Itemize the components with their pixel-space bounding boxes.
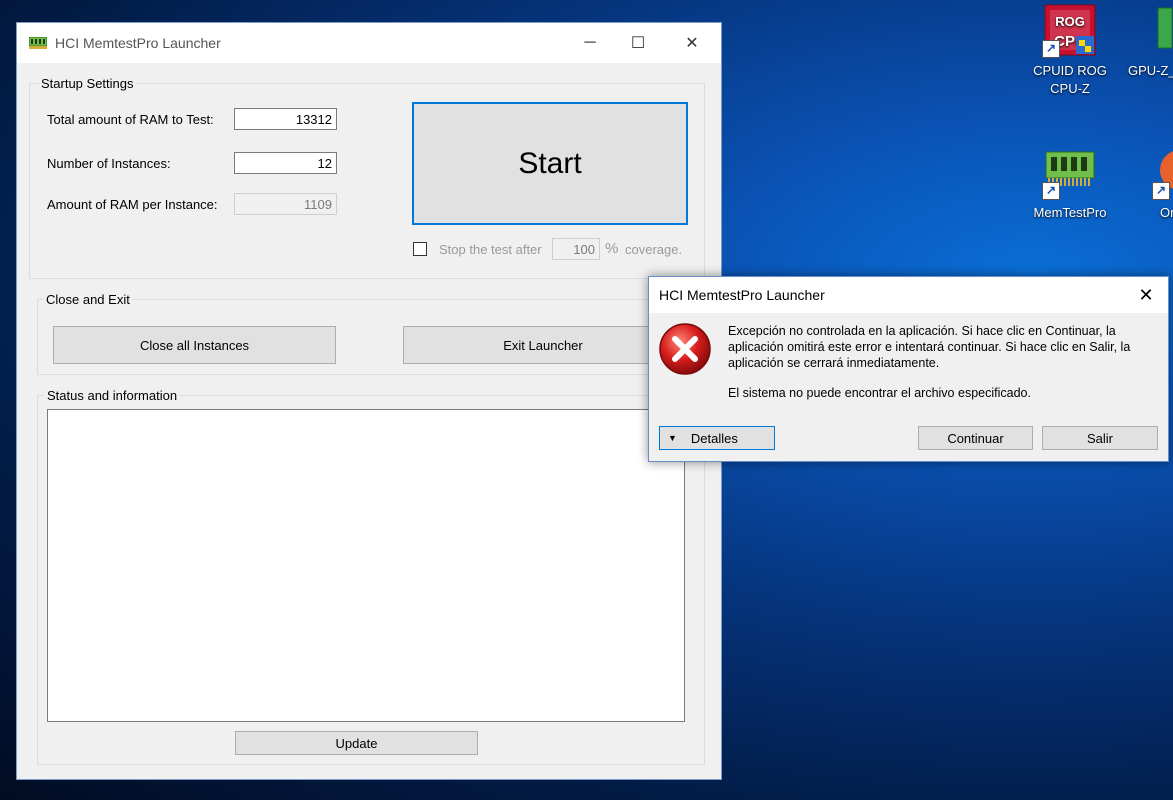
instances-label: Number of Instances:: [47, 156, 171, 171]
cpuz-icon: ROG CPU ↗: [1042, 2, 1098, 58]
gpuz-icon: [1156, 2, 1173, 58]
desktop-icon-other[interactable]: ↗ Or: [1140, 144, 1173, 222]
dialog-title: HCI MemtestPro Launcher: [659, 287, 825, 303]
desktop-icon-label: Or: [1160, 205, 1173, 220]
maximize-icon: ☐: [630, 35, 646, 52]
shortcut-arrow-icon: ↗: [1152, 182, 1170, 200]
desktop-icon-label: MemTestPro: [1033, 205, 1107, 220]
exit-launcher-button[interactable]: Exit Launcher: [403, 326, 683, 364]
desktop-icon-memtestpro[interactable]: ↗ MemTestPro: [1030, 144, 1110, 222]
close-icon: ✕: [1138, 284, 1154, 305]
dialog-titlebar[interactable]: HCI MemtestPro Launcher ✕: [649, 277, 1168, 313]
shortcut-arrow-icon: ↗: [1042, 40, 1060, 58]
exit-button[interactable]: Salir: [1042, 426, 1158, 450]
memory-module-icon: ↗: [1042, 144, 1098, 200]
total-ram-input[interactable]: 13312: [234, 108, 337, 130]
percent-label: %: [605, 240, 619, 257]
close-exit-label: Close and Exit: [44, 292, 132, 307]
details-button[interactable]: ▼ Detalles: [659, 426, 775, 450]
continue-button[interactable]: Continuar: [918, 426, 1033, 450]
coverage-label: coverage.: [625, 242, 683, 257]
start-button[interactable]: Start: [412, 102, 688, 225]
error-icon: [659, 323, 711, 375]
update-button[interactable]: Update: [235, 731, 478, 755]
instances-input[interactable]: 12: [234, 152, 337, 174]
desktop-icon-cpuz[interactable]: ROG CPU ↗ CPUID ROG CPU-Z: [1030, 2, 1110, 98]
stop-test-label: Stop the test after: [439, 242, 542, 257]
window-titlebar[interactable]: HCI MemtestPro Launcher ─ ☐ ✕: [17, 23, 721, 63]
error-detail: El sistema no puede encontrar el archivo…: [728, 386, 1031, 400]
desktop-icon-label: CPU-Z: [1050, 81, 1090, 96]
details-label: Detalles: [690, 430, 738, 446]
maximize-button[interactable]: ☐: [615, 23, 661, 63]
startup-settings-label: Startup Settings: [39, 76, 136, 91]
error-dialog: HCI MemtestPro Launcher ✕ Excepción no c…: [648, 276, 1169, 462]
ram-per-instance-input: 1109: [234, 193, 337, 215]
total-ram-label: Total amount of RAM to Test:: [47, 112, 214, 127]
error-message-line1: Excepción no controlada en la aplicación…: [728, 324, 1116, 338]
window-title: HCI MemtestPro Launcher: [55, 35, 221, 51]
minimize-icon: ─: [584, 34, 596, 51]
chevron-down-icon: ▼: [668, 433, 677, 443]
app-icon: ↗: [1152, 144, 1173, 200]
shortcut-arrow-icon: ↗: [1042, 182, 1060, 200]
status-label: Status and information: [45, 388, 180, 403]
coverage-input: 100: [552, 238, 600, 260]
ram-per-instance-label: Amount of RAM per Instance:: [47, 197, 218, 212]
memory-module-icon: [29, 37, 47, 49]
launcher-window: HCI MemtestPro Launcher ─ ☐ ✕ Startup Se…: [16, 22, 722, 780]
close-icon: ✕: [685, 35, 699, 52]
svg-text:ROG: ROG: [1055, 14, 1085, 29]
close-window-button[interactable]: ✕: [669, 23, 715, 63]
dialog-close-button[interactable]: ✕: [1124, 277, 1168, 313]
desktop-icon-label: CPUID ROG: [1033, 63, 1107, 78]
error-message-line3: aplicación se cerrará inmediatamente.: [728, 356, 940, 370]
minimize-button[interactable]: ─: [567, 23, 613, 63]
status-textbox[interactable]: [47, 409, 685, 722]
error-message-line2: aplicación omitirá este error e intentar…: [728, 340, 1131, 354]
desktop-icon-gpuz[interactable]: GPU-Z_: [1120, 2, 1173, 80]
stop-test-checkbox[interactable]: [413, 242, 427, 256]
close-all-instances-button[interactable]: Close all Instances: [53, 326, 336, 364]
desktop-icon-label: GPU-Z_: [1128, 63, 1173, 78]
